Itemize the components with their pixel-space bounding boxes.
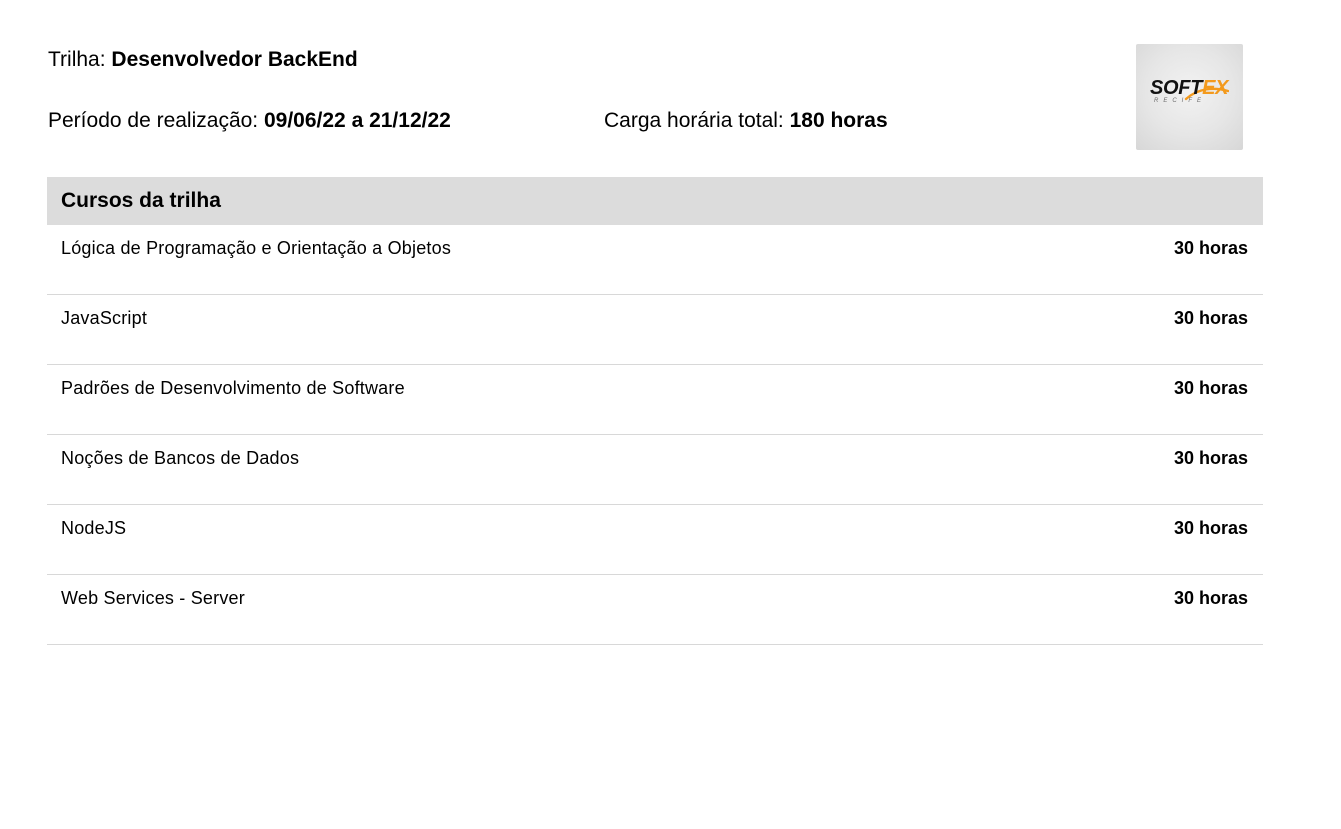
course-name: Noções de Bancos de Dados — [61, 448, 300, 468]
course-hours: 30 horas — [1173, 588, 1248, 608]
total-hours-label: Carga horária total: — [604, 109, 784, 132]
track-summary-header: Trilha: Desenvolvedor BackEnd Período de… — [48, 44, 1244, 152]
courses-table: Cursos da trilha Lógica de Programação e… — [47, 177, 1263, 645]
course-row: Web Services - Server 30 horas — [47, 575, 1263, 645]
course-hours: 30 horas — [1173, 448, 1248, 468]
course-row: Lógica de Programação e Orientação a Obj… — [47, 225, 1263, 295]
course-name: Web Services - Server — [61, 588, 245, 608]
logo-subtitle: RECIFE — [1154, 98, 1207, 104]
course-name: NodeJS — [61, 518, 127, 538]
course-row: Padrões de Desenvolvimento de Software 3… — [47, 365, 1263, 435]
course-row: NodeJS 30 horas — [47, 505, 1263, 575]
track-name: Desenvolvedor BackEnd — [111, 48, 358, 71]
logo-wordmark: SOFTEX — [1150, 77, 1229, 99]
course-row: JavaScript 30 horas — [47, 295, 1263, 365]
course-hours: 30 horas — [1173, 238, 1248, 258]
courses-table-title: Cursos da trilha — [61, 189, 221, 212]
courses-table-header: Cursos da trilha — [47, 177, 1263, 225]
course-row: Noções de Bancos de Dados 30 horas — [47, 435, 1263, 505]
period-info: Período de realização: 09/06/22 a 21/12/… — [48, 107, 451, 135]
course-hours: 30 horas — [1173, 518, 1248, 538]
course-name: JavaScript — [61, 308, 148, 328]
logo-ex-text: EX — [1202, 77, 1229, 99]
track-label: Trilha: — [48, 48, 106, 71]
logo-soft-text: SOFT — [1150, 77, 1203, 99]
logo-mark: SOFTEX RECIFE — [1150, 77, 1230, 107]
course-name: Padrões de Desenvolvimento de Software — [61, 378, 405, 398]
softex-recife-logo: SOFTEX RECIFE — [1136, 44, 1243, 150]
total-hours-value: 180 horas — [789, 109, 888, 132]
track-title: Trilha: Desenvolvedor BackEnd — [48, 46, 358, 74]
period-value: 09/06/22 a 21/12/22 — [263, 109, 451, 132]
course-name: Lógica de Programação e Orientação a Obj… — [61, 238, 452, 258]
period-label: Período de realização: — [48, 109, 259, 132]
course-hours: 30 horas — [1173, 378, 1248, 398]
total-hours-info: Carga horária total: 180 horas — [604, 107, 888, 135]
course-hours: 30 horas — [1173, 308, 1248, 328]
